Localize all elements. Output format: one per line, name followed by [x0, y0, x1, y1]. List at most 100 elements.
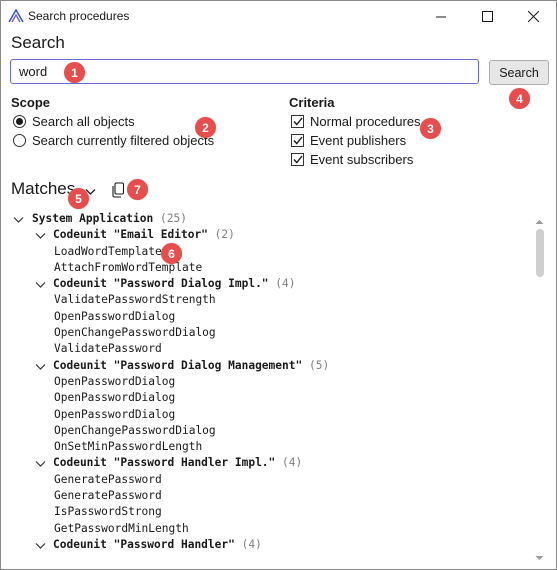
tree-item-label: OpenChangePasswordDialog — [54, 423, 216, 437]
tree-item-label: OpenPasswordDialog — [54, 391, 176, 405]
chevron-down-icon[interactable] — [35, 279, 46, 289]
tree-item-label: Codeunit "Password Handler" — [53, 537, 235, 551]
tree-item-label: GeneratePassword — [54, 489, 162, 503]
tree-item-label: System Application — [32, 212, 154, 225]
tree-item-procedure[interactable]: AttachFromWordTemplate — [11, 260, 526, 276]
matches-heading: Matches — [11, 179, 76, 198]
tree-item-label: OpenPasswordDialog — [54, 374, 176, 388]
search-heading: Search — [11, 33, 65, 52]
chevron-down-icon[interactable] — [35, 458, 46, 468]
scrollbar-thumb[interactable] — [536, 229, 544, 277]
checkbox-checked[interactable] — [291, 153, 304, 166]
tree-item-label: GetPasswordMinLength — [54, 521, 189, 535]
tree-node-codeunit[interactable]: Codeunit "Password Dialog Impl." (4) — [11, 276, 526, 292]
tree-item-procedure[interactable]: OpenChangePasswordDialog — [11, 423, 526, 439]
tree-node-codeunit[interactable]: Codeunit "Password Handler" (4) — [11, 537, 526, 553]
maximize-button[interactable] — [464, 1, 510, 31]
search-procedures-window: Search procedures Search 1 Search 4 Scop… — [0, 0, 557, 570]
checkbox-event-publishers[interactable]: Event publishers — [291, 133, 406, 148]
tree-item-label: OpenPasswordDialog — [54, 407, 176, 421]
tree-item-label: ValidatePasswordStrength — [54, 293, 216, 307]
match-count: (5) — [308, 358, 330, 372]
checkbox-label: Normal procedures — [310, 114, 421, 129]
tree-item-label: OnSetMinPasswordLength — [54, 440, 203, 454]
tree-item-procedure[interactable]: OnSetMinPasswordLength — [11, 439, 526, 455]
annotation-badge-3: 3 — [420, 118, 441, 139]
tree-item-label: AttachFromWordTemplate — [54, 260, 203, 274]
checkbox-normal-procedures[interactable]: Normal procedures — [291, 114, 421, 129]
tree-item-procedure[interactable]: GeneratePassword — [11, 472, 526, 488]
tree-item-procedure[interactable]: OpenPasswordDialog — [11, 374, 526, 390]
match-count: (2) — [214, 228, 235, 242]
chevron-down-icon[interactable] — [13, 214, 24, 224]
tree-item-procedure[interactable]: ValidatePasswordStrength — [11, 292, 526, 308]
tree-item-label: ValidatePassword — [54, 342, 162, 356]
tree-item-label: Codeunit "Password Dialog Management" — [53, 358, 303, 372]
radio-button[interactable] — [13, 134, 26, 147]
chevron-down-icon[interactable] — [35, 361, 46, 371]
window-title: Search procedures — [28, 9, 130, 23]
checkbox-event-subscribers[interactable]: Event subscribers — [291, 152, 413, 167]
criteria-label: Criteria — [289, 95, 335, 110]
close-button[interactable] — [510, 1, 556, 31]
match-count: (4) — [275, 277, 296, 291]
radio-button-checked[interactable] — [13, 115, 26, 128]
radio-search-filtered-objects[interactable]: Search currently filtered objects — [13, 133, 214, 148]
matches-tree: System Application (25) Codeunit "Email E… — [11, 211, 526, 553]
tree-node-codeunit[interactable]: Codeunit "Email Editor" (2) — [11, 227, 526, 243]
tree-item-label: IsPasswordStrong — [54, 505, 162, 519]
radio-label: Search all objects — [32, 114, 135, 129]
title-bar: Search procedures — [1, 1, 556, 31]
tree-node-codeunit[interactable]: Codeunit "Password Dialog Management" (5… — [11, 358, 526, 374]
tree-item-procedure[interactable]: OpenPasswordDialog — [11, 390, 526, 406]
match-count: (4) — [241, 537, 262, 551]
search-button[interactable]: Search — [489, 60, 549, 85]
close-icon — [527, 10, 539, 22]
checkmark-icon — [292, 136, 303, 145]
chevron-down-icon[interactable] — [35, 540, 46, 550]
radio-label: Search currently filtered objects — [32, 133, 215, 148]
tree-item-label: Codeunit "Password Handler Impl." — [53, 456, 276, 470]
tree-item-label: GeneratePassword — [54, 472, 162, 486]
tree-item-label: OpenPasswordDialog — [54, 309, 176, 323]
tree-item-procedure[interactable]: OpenPasswordDialog — [11, 407, 526, 423]
maximize-icon — [481, 10, 493, 22]
tree-node-codeunit[interactable]: Codeunit "Password Handler Impl." (4) — [11, 455, 526, 471]
match-count: (4) — [282, 456, 303, 470]
minimize-button[interactable] — [418, 1, 464, 31]
tree-item-label: LoadWordTemplate — [54, 244, 162, 258]
checkmark-icon — [292, 155, 303, 164]
radio-search-all-objects[interactable]: Search all objects — [13, 114, 135, 129]
checkbox-checked[interactable] — [291, 115, 304, 128]
annotation-badge-2: 2 — [195, 117, 216, 138]
tree-item-procedure[interactable]: GetPasswordMinLength — [11, 521, 526, 537]
checkmark-icon — [292, 117, 303, 126]
scroll-up-arrow-icon[interactable] — [535, 213, 544, 228]
annotation-badge-4: 4 — [509, 88, 530, 109]
vertical-scrollbar[interactable] — [532, 211, 547, 566]
tree-item-label: Codeunit "Email Editor" — [53, 228, 208, 242]
tree-item-procedure[interactable]: OpenPasswordDialog — [11, 309, 526, 325]
checkbox-label: Event publishers — [310, 133, 407, 148]
checkbox-checked[interactable] — [291, 134, 304, 147]
tree-item-procedure[interactable]: IsPasswordStrong — [11, 504, 526, 520]
tree-item-label: OpenChangePasswordDialog — [54, 326, 216, 340]
annotation-badge-7: 7 — [127, 179, 148, 200]
tree-node-app[interactable]: System Application (25) — [11, 211, 526, 227]
tree-item-procedure[interactable]: GeneratePassword — [11, 488, 526, 504]
copy-icon[interactable] — [111, 182, 125, 201]
checkbox-label: Event subscribers — [310, 152, 414, 167]
tree-item-procedure[interactable]: LoadWordTemplate — [11, 244, 526, 260]
scope-label: Scope — [11, 95, 51, 110]
match-count: (25) — [160, 212, 187, 225]
tree-item-procedure[interactable]: ValidatePassword — [11, 341, 526, 357]
annotation-badge-6: 6 — [161, 243, 182, 264]
annotation-badge-1: 1 — [64, 62, 85, 83]
app-logo-icon — [8, 8, 24, 23]
chevron-down-icon[interactable] — [35, 230, 46, 240]
chevron-down-icon[interactable] — [85, 184, 96, 199]
scroll-down-arrow-icon[interactable] — [535, 549, 544, 564]
tree-item-procedure[interactable]: OpenChangePasswordDialog — [11, 325, 526, 341]
minimize-icon — [435, 16, 446, 17]
tree-item-label: Codeunit "Password Dialog Impl." — [53, 277, 269, 291]
